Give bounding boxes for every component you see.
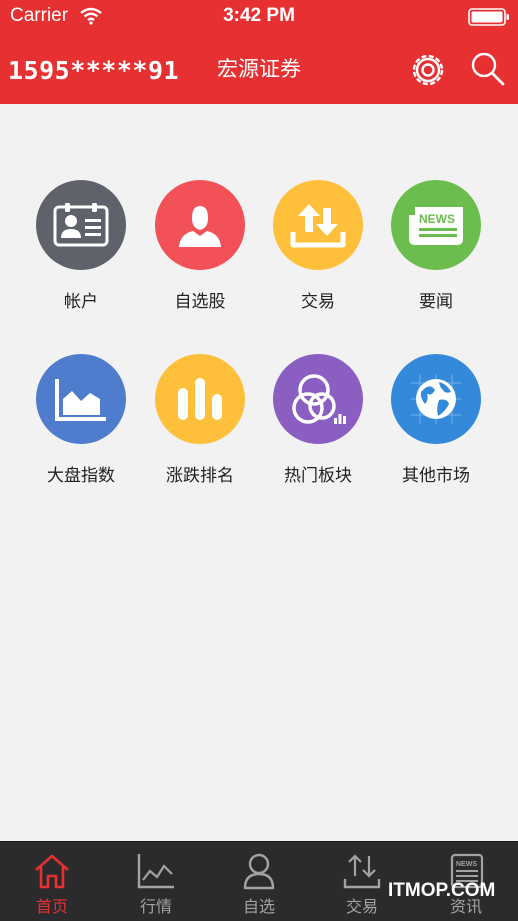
- app-header: Carrier 3:42 PM 1595*****91 宏源证券: [0, 0, 518, 104]
- menu-news[interactable]: NEWS 要闻: [377, 180, 495, 312]
- menu-trade[interactable]: 交易: [259, 180, 377, 312]
- menu-label: 帐户: [64, 292, 98, 312]
- menu-label: 大盘指数: [47, 466, 115, 486]
- tab-quotes[interactable]: 行情: [104, 842, 208, 921]
- battery-icon: [468, 8, 509, 26]
- watermark: ITMOP.COM: [388, 880, 496, 901]
- sector-icon: [273, 354, 363, 444]
- menu-account[interactable]: 帐户: [22, 180, 140, 312]
- status-bar: Carrier 3:42 PM: [0, 0, 518, 34]
- menu-watchlist[interactable]: 自选股: [141, 180, 259, 312]
- tab-watchlist[interactable]: 自选: [207, 842, 311, 921]
- menu-hot-sectors[interactable]: 热门板块: [259, 354, 377, 486]
- menu-label: 自选股: [174, 292, 226, 312]
- menu-label: 涨跌排名: [166, 466, 234, 486]
- tab-home[interactable]: 首页: [0, 842, 104, 921]
- line-chart-icon: [137, 854, 174, 889]
- transfer-icon: [343, 854, 381, 889]
- menu-label: 要闻: [419, 292, 453, 312]
- globe-icon: [391, 354, 481, 444]
- trade-arrows-icon: [273, 180, 363, 270]
- menu-other-markets[interactable]: 其他市场: [377, 354, 495, 486]
- status-time: 3:42 PM: [223, 5, 295, 26]
- menu-ranking[interactable]: 涨跌排名: [141, 354, 259, 486]
- home-icon: [35, 854, 69, 889]
- user-icon: [243, 853, 275, 890]
- svg-text:NEWS: NEWS: [456, 861, 477, 868]
- bar-chart-icon: [155, 354, 245, 444]
- settings-button[interactable]: [408, 50, 448, 90]
- tab-label: 首页: [35, 897, 68, 916]
- gear-icon: [412, 54, 444, 86]
- news-icon: NEWS: [391, 180, 481, 270]
- menu-label: 热门板块: [284, 466, 352, 486]
- search-icon: [471, 52, 505, 86]
- account-card-icon: [36, 180, 126, 270]
- svg-text:NEWS: NEWS: [419, 212, 455, 226]
- menu-market-index[interactable]: 大盘指数: [22, 354, 140, 486]
- area-chart-icon: [36, 354, 126, 444]
- menu-label: 交易: [301, 292, 335, 312]
- menu-label: 其他市场: [402, 466, 470, 486]
- search-button[interactable]: [468, 50, 508, 90]
- tab-label: 行情: [139, 897, 172, 916]
- tab-label: 自选: [242, 897, 275, 916]
- person-icon: [155, 180, 245, 270]
